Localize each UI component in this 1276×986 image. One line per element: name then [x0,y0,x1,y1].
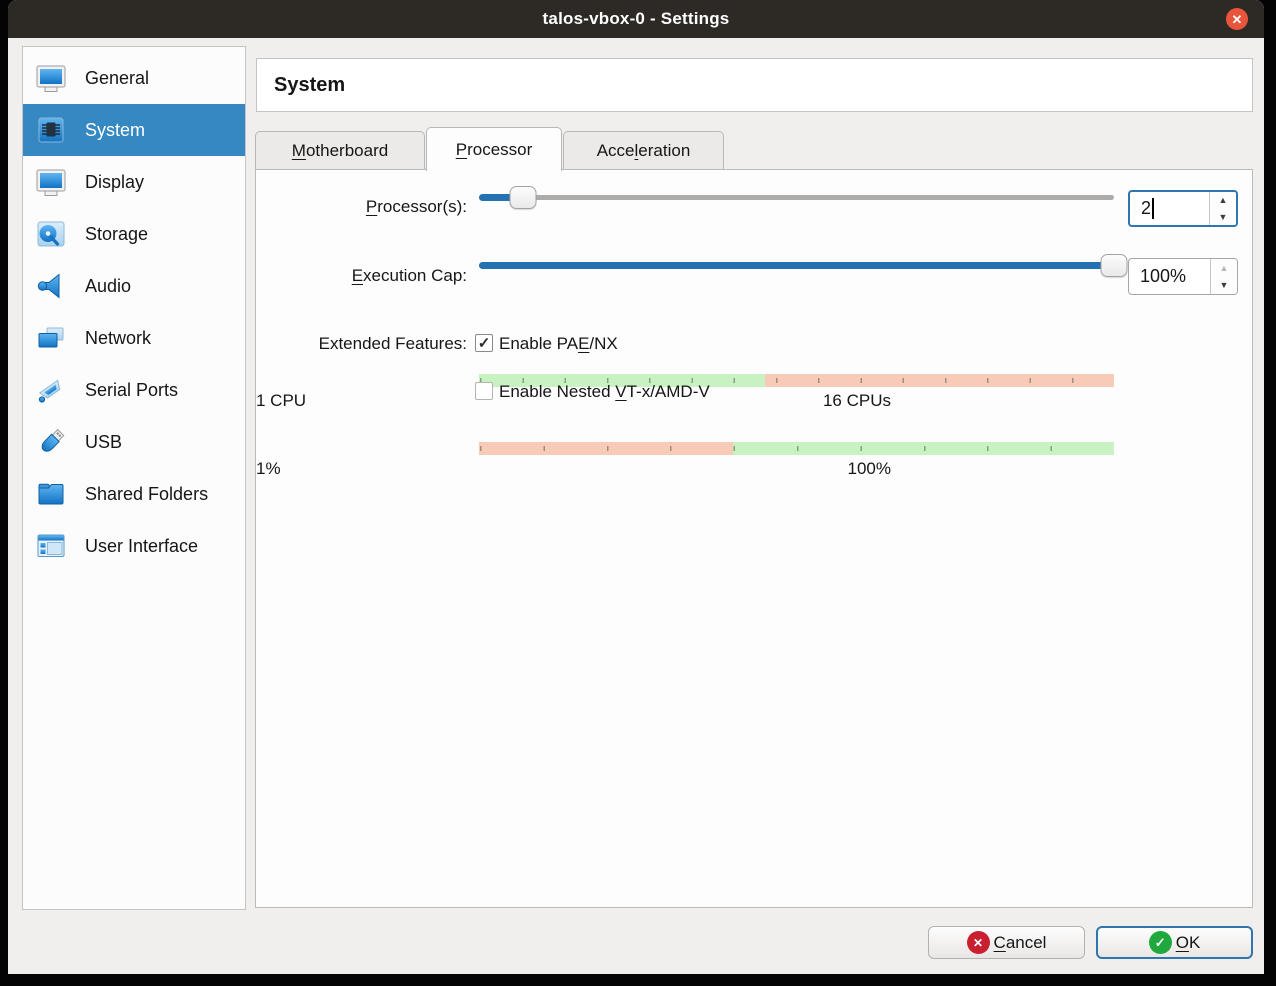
text-cursor [1152,198,1154,219]
enable-pae-nx-label[interactable]: Enable PAE/NX [499,334,618,354]
sidebar-item-label: User Interface [85,536,198,557]
extended-features-label: Extended Features: [256,334,467,354]
sidebar-item-general[interactable]: General [23,52,245,104]
tab-motherboard[interactable]: Motherboard [255,131,425,170]
sidebar-item-storage[interactable]: Storage [23,208,245,260]
sidebar-item-label: Display [85,172,144,193]
enable-nested-vtx-checkbox[interactable] [475,382,493,400]
execution-cap-slider [479,253,1114,277]
sidebar-item-usb[interactable]: USB [23,416,245,468]
titlebar[interactable]: talos-vbox-0 - Settings ✕ [8,0,1264,38]
chip-icon [34,113,68,147]
processors-label: Processor(s): [256,197,467,217]
sidebar-item-label: Audio [85,276,131,297]
sidebar-item-display[interactable]: Display [23,156,245,208]
tab-acceleration[interactable]: Acceleration [563,131,724,170]
tab-processor[interactable]: Processor [426,127,562,171]
sidebar-item-user-interface[interactable]: User Interface [23,520,245,572]
execution-cap-spinbox[interactable]: 100% ▲ ▼ [1128,258,1238,295]
page-header: System [256,58,1253,112]
spin-up-icon[interactable]: ▲ [1210,192,1236,209]
processors-value[interactable]: 2 [1130,192,1209,225]
sidebar-item-label: USB [85,432,122,453]
sidebar-item-label: Network [85,328,151,349]
close-button[interactable]: ✕ [1226,8,1248,30]
processors-spinbox[interactable]: 2 ▲ ▼ [1128,190,1238,227]
slider-groove[interactable] [479,195,1114,200]
execution-cap-label: Execution Cap: [256,266,467,286]
min-label: 1% [256,459,281,479]
window-ui-icon [34,529,68,563]
execution-cap-value[interactable]: 100% [1129,259,1210,294]
slider-handle[interactable] [1101,254,1128,277]
tab-label: Motherboard [292,141,388,161]
speaker-icon [34,269,68,303]
spin-down-icon[interactable]: ▼ [1210,209,1236,226]
cancel-button[interactable]: ✕ Cancel [928,926,1085,959]
close-icon: ✕ [1232,13,1243,26]
harddisk-icon [34,217,68,251]
tick-marks [480,446,1113,451]
execution-cap-range-labels: 1% 100% [256,459,891,479]
sidebar-item-label: General [85,68,149,89]
display-icon [34,165,68,199]
processors-slider [479,185,1114,209]
processor-tab-panel: Processor(s): 1 CPU 16 CPUs 2 ▲ ▼ E [255,169,1253,908]
enable-nested-vtx-label[interactable]: Enable Nested VT-x/AMD-V [499,382,710,402]
spin-buttons: ▲ ▼ [1210,259,1237,294]
slider-handle[interactable] [510,186,537,209]
min-label: 1 CPU [256,391,306,411]
monitor-icon [34,61,68,95]
max-label: 100% [848,459,891,479]
window-title: talos-vbox-0 - Settings [543,9,730,29]
spin-buttons: ▲ ▼ [1209,192,1236,225]
usb-plug-icon [34,425,68,459]
sidebar-item-label: Serial Ports [85,380,178,401]
ok-check-icon: ✓ [1149,931,1172,954]
settings-category-list: General System Display Storage Audio [22,46,246,910]
sidebar-item-audio[interactable]: Audio [23,260,245,312]
folder-icon [34,477,68,511]
sidebar-item-shared-folders[interactable]: Shared Folders [23,468,245,520]
serial-connector-icon [34,373,68,407]
ok-button[interactable]: ✓ OK [1096,926,1253,959]
sidebar-item-label: Storage [85,224,148,245]
max-label: 16 CPUs [823,391,891,411]
spin-down-icon[interactable]: ▼ [1211,277,1237,295]
slider-fill [479,262,1114,269]
sidebar-item-label: Shared Folders [85,484,208,505]
cancel-cross-icon: ✕ [967,931,990,954]
spin-up-icon[interactable]: ▲ [1211,259,1237,277]
sidebar-item-label: System [85,120,145,141]
cancel-button-label: Cancel [994,933,1047,953]
tab-label: Acceleration [597,141,691,161]
network-icon [34,321,68,355]
checkmark-icon: ✓ [478,336,491,351]
enable-pae-nx-checkbox[interactable]: ✓ [475,334,493,352]
tab-label: Processor [456,140,533,160]
sidebar-item-system[interactable]: System [23,104,245,156]
sidebar-item-network[interactable]: Network [23,312,245,364]
page-title: System [274,74,345,97]
ok-button-label: OK [1176,933,1201,953]
sidebar-item-serial-ports[interactable]: Serial Ports [23,364,245,416]
settings-window: talos-vbox-0 - Settings ✕ General System… [8,0,1264,974]
execution-cap-scale-band [479,442,1114,455]
